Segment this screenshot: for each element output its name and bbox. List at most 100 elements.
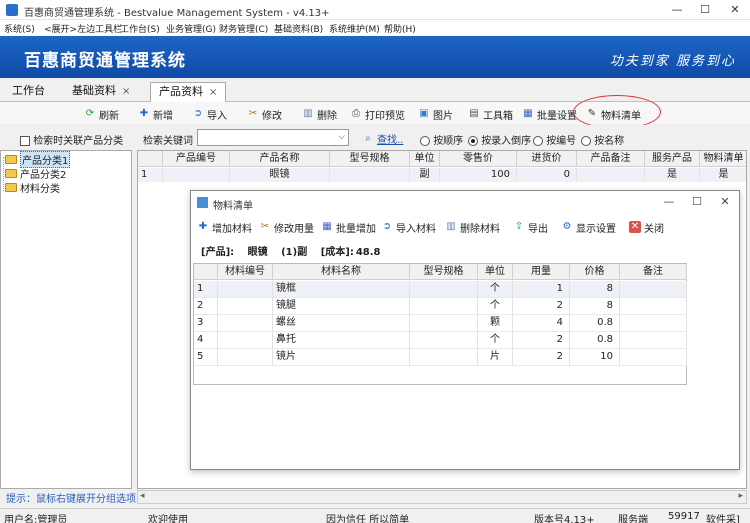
menu-help[interactable]: 帮助(H): [384, 22, 416, 35]
cell-remark: [620, 281, 687, 298]
button-label: 修改: [262, 110, 282, 122]
grid-header[interactable]: 型号规格: [330, 151, 410, 167]
radio-code[interactable]: 按编号: [533, 132, 576, 147]
menu-maintenance[interactable]: 系统维护(M): [329, 22, 380, 35]
table-row[interactable]: 5 镜片 片 2 10: [194, 349, 687, 366]
grid-header[interactable]: 进货价: [517, 151, 577, 167]
image-button[interactable]: ▣ 图片: [418, 106, 453, 122]
link-category-checkbox[interactable]: 检索时关联产品分类: [20, 132, 123, 147]
print-preview-button[interactable]: ⎙ 打印预览: [350, 106, 405, 122]
printer-icon: ⎙: [352, 108, 360, 119]
cell-material-code: [218, 281, 273, 298]
radio-circle[interactable]: [533, 136, 543, 146]
table-row[interactable]: 1 眼镜 副 100 0 是 是: [138, 168, 746, 182]
menu-expand-toolbar[interactable]: <展开>左边工具栏: [44, 22, 122, 35]
trash-icon: ▥: [446, 221, 456, 232]
grid-header[interactable]: 零售价: [440, 151, 517, 167]
row-number: 2: [194, 298, 218, 315]
radio-circle[interactable]: [468, 136, 478, 146]
import-button[interactable]: ➲ 导入: [192, 106, 227, 122]
batch-settings-button[interactable]: ▦ 批量设置: [522, 106, 577, 122]
chevron-down-icon[interactable]: ⌵: [338, 132, 345, 142]
tab-label: 基础资料: [72, 84, 116, 97]
radio-circle[interactable]: [581, 136, 591, 146]
radio-circle[interactable]: [420, 136, 430, 146]
horizontal-scrollbar[interactable]: ◂ ▸: [137, 490, 747, 504]
grid-header[interactable]: 型号规格: [410, 264, 478, 280]
maximize-button[interactable]: ☐: [690, 0, 720, 20]
status-user: 用户名:管理员: [4, 515, 68, 523]
cell-material-code: [218, 315, 273, 332]
toolbox-button[interactable]: ▤ 工具箱: [468, 106, 513, 122]
minimize-button[interactable]: —: [662, 0, 692, 20]
scroll-left-icon[interactable]: ◂: [140, 491, 145, 501]
menu-system[interactable]: 系统(S): [4, 22, 35, 35]
refresh-button[interactable]: ⟳ 刷新: [84, 106, 119, 122]
radio-sequence[interactable]: 按顺序: [420, 132, 463, 147]
grid-header[interactable]: 价格: [570, 264, 620, 280]
table-row[interactable]: 4 鼻托 个 2 0.8: [194, 332, 687, 349]
grid-header[interactable]: 单位: [478, 264, 513, 280]
cell-material-code: [218, 332, 273, 349]
checkbox-label: 检索时关联产品分类: [33, 136, 124, 147]
radio-label: 按录入倒序: [481, 136, 532, 147]
close-icon[interactable]: ×: [209, 87, 217, 98]
radio-name[interactable]: 按名称: [581, 132, 624, 147]
close-button[interactable]: ✕: [720, 0, 750, 20]
grid-header[interactable]: 单位: [410, 151, 440, 167]
tab-product-data[interactable]: 产品资料 ×: [150, 82, 227, 102]
export-icon: ⇪: [514, 221, 524, 232]
batch-add-button[interactable]: ▦ 批量增加: [321, 219, 376, 235]
tree-item-category1[interactable]: 产品分类1: [5, 151, 71, 168]
search-input[interactable]: ⌵: [197, 129, 349, 146]
close-icon[interactable]: ×: [122, 86, 130, 97]
tab-label: 工作台: [12, 84, 45, 97]
dialog-close-button[interactable]: ✕: [711, 193, 739, 211]
menu-finance[interactable]: 财务管理(C): [219, 22, 268, 35]
tab-workbench[interactable]: 工作台: [4, 82, 53, 102]
add-button[interactable]: ✚ 新增: [138, 106, 173, 122]
table-row[interactable]: 2 镜腿 个 2 8: [194, 298, 687, 315]
dialog-maximize-button[interactable]: ☐: [683, 193, 711, 211]
edit-button[interactable]: ✂ 修改: [247, 106, 282, 122]
checkbox-box[interactable]: [20, 136, 30, 146]
add-material-button[interactable]: ✚ 增加材料: [197, 219, 252, 235]
cell-remark: [620, 332, 687, 349]
delete-material-button[interactable]: ▥ 删除材料: [445, 219, 500, 235]
display-settings-button[interactable]: ⚙ 显示设置: [561, 219, 616, 235]
grid-header[interactable]: 物料清单: [700, 151, 746, 167]
tree-item-category2[interactable]: 产品分类2: [5, 167, 66, 181]
tab-basic-data[interactable]: 基础资料 ×: [64, 82, 138, 102]
image-icon: ▣: [419, 108, 429, 119]
grid-header[interactable]: 材料名称: [273, 264, 410, 280]
grid-header[interactable]: 材料编号: [218, 264, 273, 280]
menu-basic-data[interactable]: 基础资料(B): [274, 22, 323, 35]
cell-spec: [410, 349, 478, 366]
grid-header[interactable]: 产品备注: [577, 151, 645, 167]
grid-header[interactable]: 产品名称: [230, 151, 330, 167]
import-material-button[interactable]: ➲ 导入材料: [381, 219, 436, 235]
radio-entry-desc[interactable]: 按录入倒序: [468, 132, 531, 147]
status-version: 版本号4.13+: [534, 515, 595, 523]
grid-header[interactable]: 用量: [513, 264, 570, 280]
dialog-minimize-button[interactable]: —: [655, 193, 683, 211]
close-dialog-button[interactable]: ✕ 关闭: [629, 219, 664, 235]
delete-button[interactable]: ▥ 删除: [302, 106, 337, 122]
scroll-right-icon[interactable]: ▸: [738, 491, 743, 501]
material-grid: 材料编号 材料名称 型号规格 单位 用量 价格 备注 1 镜框 个 1 8 2 …: [193, 263, 687, 385]
edit-quantity-button[interactable]: ✂ 修改用量: [259, 219, 314, 235]
menu-business[interactable]: 业务管理(G): [166, 22, 216, 35]
find-button[interactable]: ⌕ 查找..: [362, 131, 403, 147]
table-row[interactable]: 3 螺丝 颗 4 0.8: [194, 315, 687, 332]
refresh-icon: ⟳: [85, 108, 95, 119]
product-qty: (1)副: [281, 247, 308, 258]
grid-header: [138, 151, 163, 167]
grid-header[interactable]: 备注: [620, 264, 687, 280]
export-button[interactable]: ⇪ 导出: [513, 219, 548, 235]
grid-header[interactable]: 服务产品: [645, 151, 700, 167]
menu-workbench[interactable]: 工作台(S): [120, 22, 160, 35]
app-icon: [6, 4, 18, 16]
tree-item-material[interactable]: 材料分类: [5, 181, 60, 195]
grid-header[interactable]: 产品编号: [163, 151, 230, 167]
table-row[interactable]: 1 镜框 个 1 8: [194, 281, 687, 298]
